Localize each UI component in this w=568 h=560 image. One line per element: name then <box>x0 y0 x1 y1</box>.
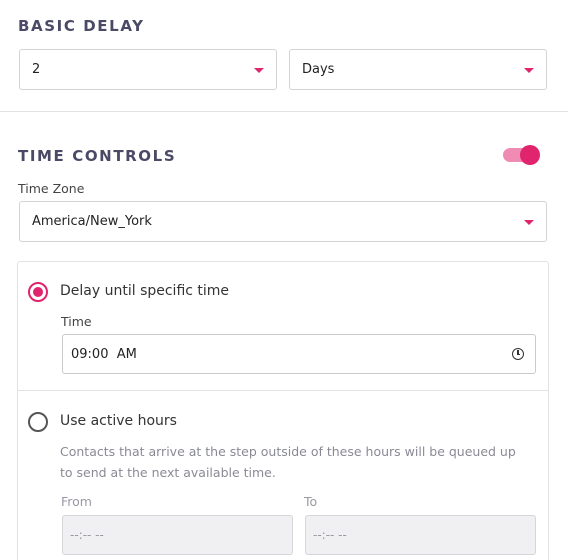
time-label: Time <box>61 314 92 329</box>
time-zone-value: America/New_York <box>32 214 152 229</box>
active-hours-description: Contacts that arrive at the step outside… <box>60 444 516 480</box>
specific-time-label[interactable]: Delay until specific time <box>60 283 229 299</box>
chevron-down-icon <box>254 67 264 73</box>
time-zone-select[interactable]: America/New_York <box>19 201 547 242</box>
panel-divider <box>18 390 548 391</box>
delay-unit-value: Days <box>302 62 335 77</box>
toggle-knob[interactable] <box>520 145 540 165</box>
active-hours-label[interactable]: Use active hours <box>60 413 177 429</box>
active-hours-radio[interactable] <box>28 412 48 432</box>
chevron-down-icon <box>524 219 534 225</box>
section-divider <box>0 111 568 112</box>
to-time-placeholder: --:-- -- <box>313 528 347 542</box>
delay-unit-select[interactable]: Days <box>289 49 547 90</box>
specific-time-radio[interactable] <box>28 282 48 302</box>
from-label: From <box>61 494 92 509</box>
time-controls-title: TIME CONTROLS <box>18 147 177 165</box>
to-time-input[interactable]: --:-- -- <box>305 515 536 555</box>
basic-delay-title: BASIC DELAY <box>18 17 145 35</box>
to-label: To <box>304 494 318 509</box>
time-zone-label: Time Zone <box>18 181 85 196</box>
time-input[interactable]: 09:00 AM <box>62 334 536 374</box>
from-time-placeholder: --:-- -- <box>70 528 104 542</box>
from-time-input[interactable]: --:-- -- <box>62 515 293 555</box>
clock-icon[interactable] <box>512 348 524 360</box>
delay-amount-value: 2 <box>32 62 41 77</box>
time-value: 09:00 AM <box>71 346 137 362</box>
delay-amount-select[interactable]: 2 <box>19 49 277 90</box>
chevron-down-icon <box>524 67 534 73</box>
